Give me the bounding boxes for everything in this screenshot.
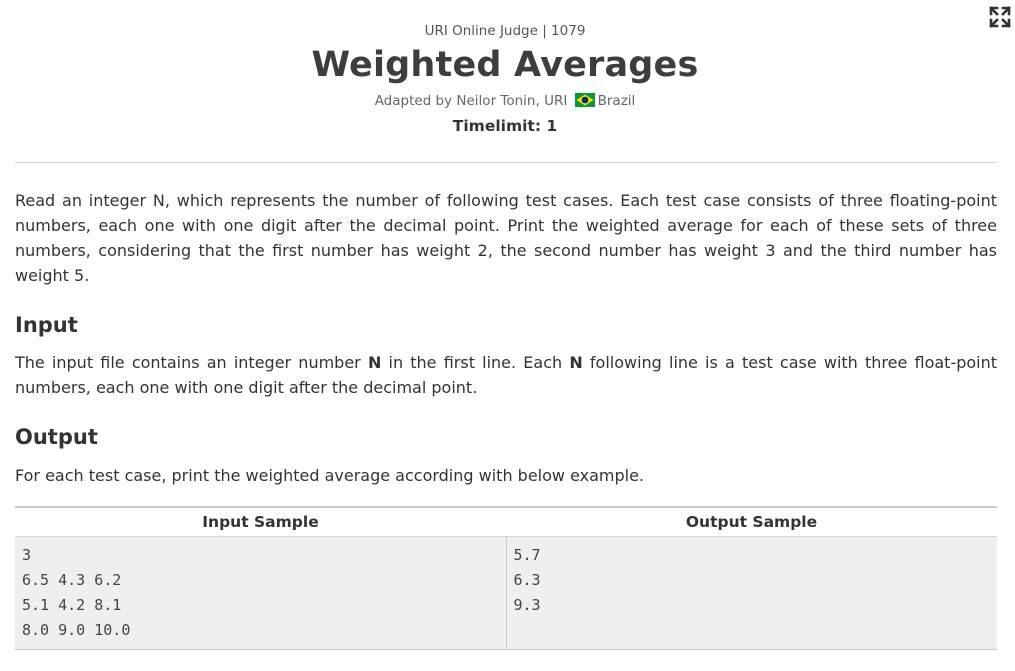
output-sample-line: 6.3	[513, 571, 541, 589]
input-sample-line: 6.5 4.3 6.2	[22, 571, 122, 589]
output-description: For each test case, print the weighted a…	[15, 466, 645, 485]
input-sample-line: 8.0 9.0 10.0	[22, 621, 131, 639]
timelimit: Timelimit: 1	[452, 117, 558, 135]
header-divider	[15, 162, 997, 163]
input-sample-cell: 3 6.5 4.3 6.2 5.1 4.2 8.1 8.0 9.0 10.0	[15, 536, 507, 650]
sample-table: Input Sample Output Sample 3 6.5 4.3 6.2…	[15, 506, 997, 650]
input-description: The input file contains an integer numbe…	[15, 350, 997, 400]
input-bold-n-2: N	[569, 353, 583, 372]
output-sample-line: 9.3	[513, 596, 541, 614]
input-sample-line: 5.1 4.2 8.1	[22, 596, 122, 614]
output-sample-line: 5.7	[513, 546, 541, 564]
brazil-flag-icon	[574, 93, 595, 107]
judge-line: URI Online Judge | 1079	[424, 23, 586, 39]
problem-description: Read an integer N, which represents the …	[15, 191, 997, 285]
input-bold-n-1: N	[367, 353, 382, 372]
input-text-part-1: The input file contains an integer numbe…	[15, 353, 368, 372]
input-text-part-2: in the first line. Each	[381, 353, 570, 372]
input-sample-line: 3	[22, 546, 32, 564]
input-section-title: Input	[15, 313, 78, 337]
author-name: Adapted by Neilor Tonin, URI	[374, 93, 568, 109]
output-sample-cell: 5.7 6.3 9.3	[506, 536, 997, 650]
author-country: Brazil	[597, 93, 636, 109]
author-line: Adapted by Neilor Tonin, URI Brazil	[0, 93, 1010, 109]
output-sample-header: Output Sample	[506, 506, 997, 537]
page-title: Weighted Averages	[311, 45, 699, 85]
output-section-title: Output	[15, 425, 98, 449]
input-sample-header: Input Sample	[15, 506, 506, 537]
